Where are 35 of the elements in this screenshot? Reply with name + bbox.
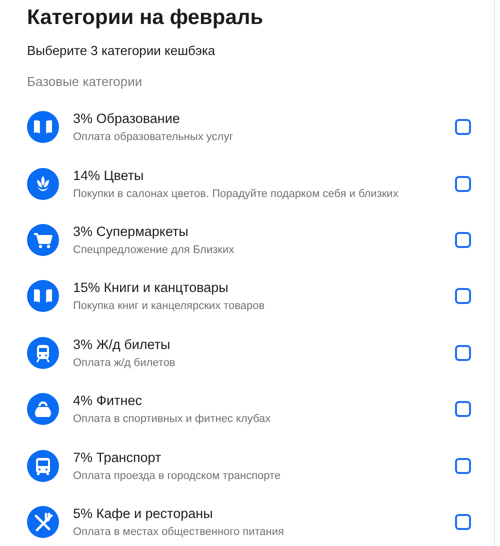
subtitle: Выберите 3 категории кешбэка — [27, 42, 216, 60]
cart-icon — [27, 224, 59, 256]
checkbox[interactable] — [455, 176, 471, 192]
category-description: Оплата в спортивных и фитнес клубах — [73, 412, 272, 426]
flower-icon — [27, 168, 59, 200]
category-description: Оплата образовательных услуг — [73, 130, 234, 144]
section-heading: Базовые категории — [27, 73, 144, 91]
cutlery-icon — [27, 506, 59, 538]
checkbox[interactable] — [455, 288, 471, 304]
category-description: Спецпредложение для Близких — [73, 242, 236, 257]
category-name: 4% Фитнес — [73, 392, 143, 410]
category-name: 15% Книги и канцтовары — [73, 279, 230, 296]
checkbox[interactable] — [455, 232, 471, 248]
category-name: 7% Транспорт — [73, 448, 162, 466]
category-description: Покупка книг и канцелярских товаров — [73, 299, 266, 314]
category-name: 3% Ж/д билеты — [73, 336, 172, 353]
checkbox[interactable] — [455, 514, 471, 530]
category-name: 3% Супермаркеты — [73, 222, 190, 240]
checkbox[interactable] — [455, 119, 471, 136]
category-description: Оплата в местах общественного питания — [73, 524, 285, 539]
category-description: Оплата проезда в городском транспорте — [73, 468, 282, 483]
checkbox[interactable] — [455, 401, 471, 418]
book-icon — [27, 280, 59, 312]
kettlebell-icon — [27, 393, 59, 426]
category-name: 14% Цветы — [73, 166, 145, 184]
checkbox[interactable] — [455, 458, 471, 474]
book-icon — [27, 111, 59, 144]
category-description: Покупки в салонах цветов. Порадуйте подарком себя и близких — [73, 186, 400, 201]
category-name: 5% Кафе и рестораны — [73, 504, 214, 522]
category-description: Оплата ж/д билетов — [73, 356, 176, 370]
category-name: 3% Образование — [73, 110, 181, 128]
train-icon — [27, 336, 59, 369]
checkbox[interactable] — [455, 344, 471, 361]
page-title: Категории на февраль — [27, 5, 264, 31]
bus-icon — [27, 450, 59, 482]
